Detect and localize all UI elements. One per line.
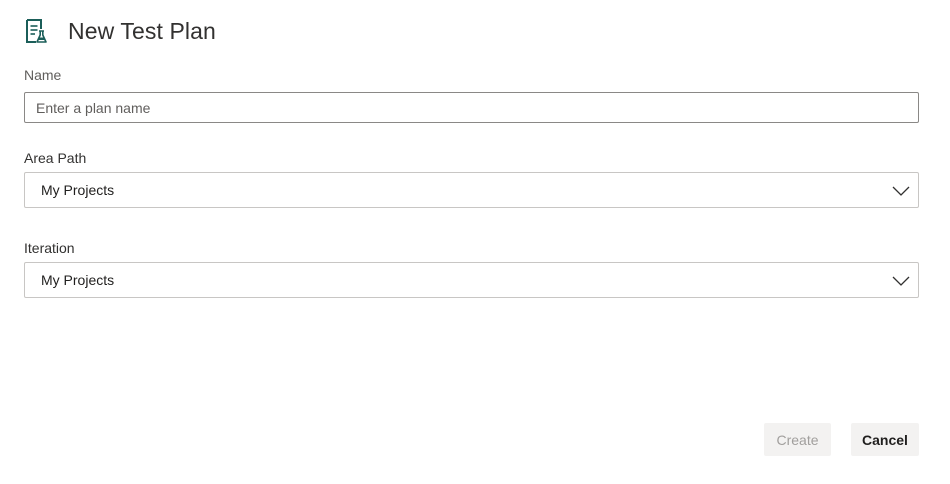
create-button[interactable]: Create (764, 423, 831, 456)
area-path-value: My Projects (41, 182, 115, 198)
iteration-label: Iteration (24, 240, 75, 256)
iteration-value: My Projects (41, 272, 115, 288)
test-plan-icon (24, 17, 48, 45)
area-path-label: Area Path (24, 150, 87, 166)
iteration-dropdown[interactable]: My Projects (24, 262, 919, 298)
cancel-button[interactable]: Cancel (851, 423, 919, 456)
area-path-dropdown[interactable]: My Projects (24, 172, 919, 208)
dialog-header: New Test Plan (24, 16, 216, 46)
name-label: Name (24, 67, 62, 83)
dialog-title: New Test Plan (68, 17, 216, 44)
chevron-down-icon (892, 184, 910, 196)
chevron-down-icon (892, 274, 910, 286)
plan-name-input[interactable] (24, 92, 919, 123)
